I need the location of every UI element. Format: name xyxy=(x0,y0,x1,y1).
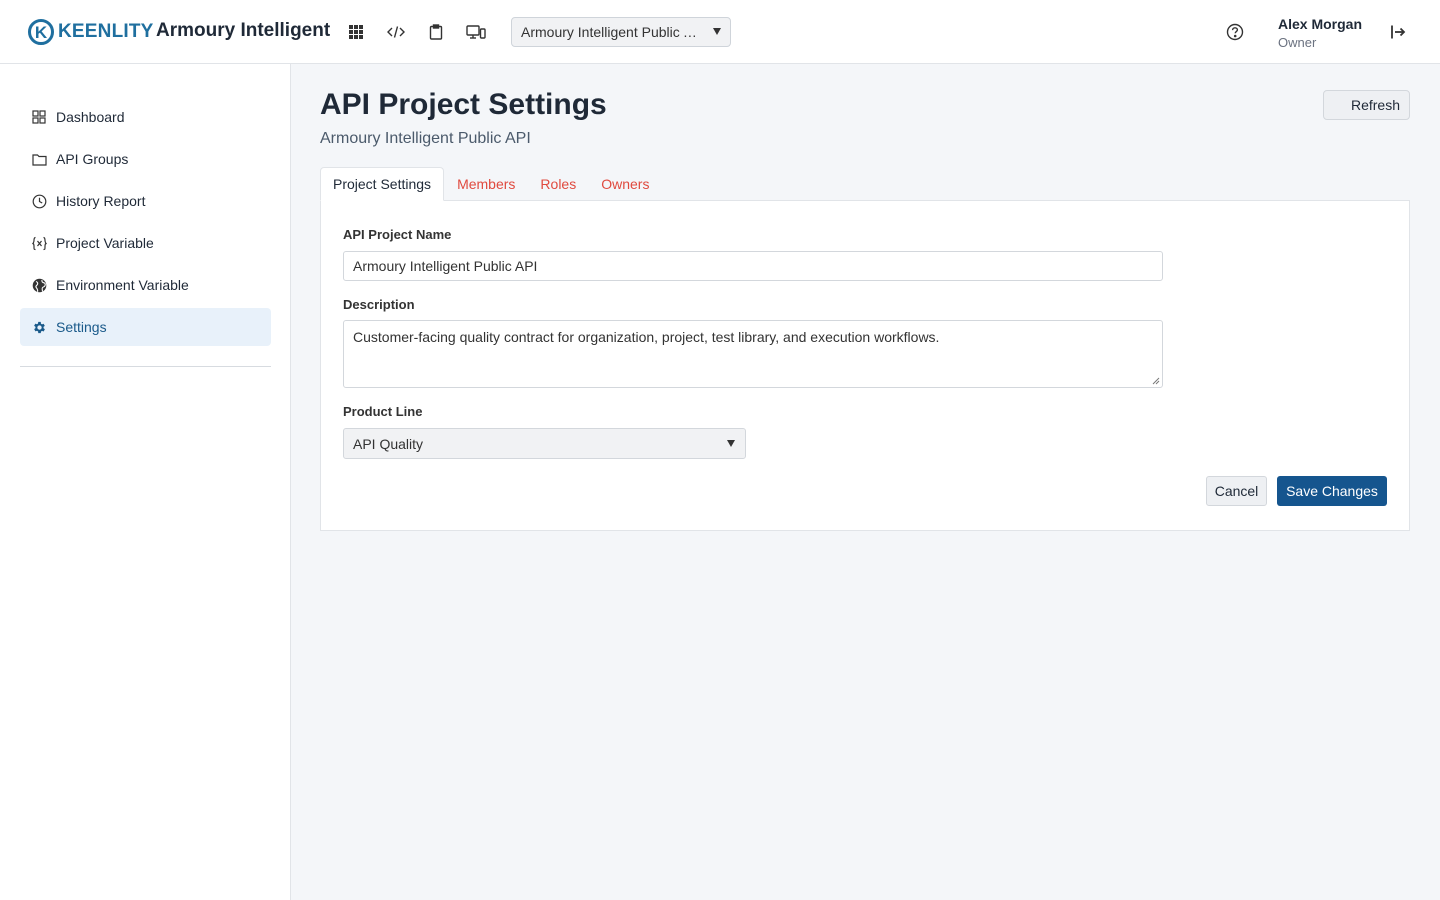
sidebar: Dashboard API Groups History Report Proj… xyxy=(0,64,291,900)
project-select-value: Armoury Intelligent Public API xyxy=(521,24,699,40)
description-text: Customer-facing quality contract for org… xyxy=(353,329,940,345)
code-icon[interactable] xyxy=(386,22,406,42)
sidebar-item-label: History Report xyxy=(56,193,146,209)
product-line-select[interactable]: API Quality xyxy=(343,428,746,459)
sidebar-item-api-groups[interactable]: API Groups xyxy=(20,140,271,178)
chevron-down-icon xyxy=(713,28,721,35)
sidebar-divider xyxy=(20,366,271,367)
grid-icon[interactable] xyxy=(346,22,366,42)
app-title: Armoury Intelligent xyxy=(156,20,331,41)
description-textarea[interactable]: Customer-facing quality contract for org… xyxy=(343,320,1163,388)
sidebar-item-label: API Groups xyxy=(56,151,129,167)
tab-roles[interactable]: Roles xyxy=(528,167,588,201)
sidebar-item-project-variable[interactable]: Project Variable xyxy=(20,224,271,262)
sidebar-item-label: Environment Variable xyxy=(56,277,189,293)
product-line-label: Product Line xyxy=(343,404,423,419)
sidebar-item-history-report[interactable]: History Report xyxy=(20,182,271,220)
variable-icon xyxy=(31,235,47,251)
user-name: Alex Morgan xyxy=(1278,16,1363,32)
product-line-value: API Quality xyxy=(353,435,424,452)
sidebar-nav: Dashboard API Groups History Report Proj… xyxy=(20,98,271,350)
keenlity-logo[interactable]: K KEENLITY xyxy=(28,18,154,46)
user-role: Owner xyxy=(1278,35,1317,50)
top-bar: K KEENLITY Armoury Intelligent Armoury I… xyxy=(0,0,1440,64)
resize-handle-icon[interactable] xyxy=(1152,377,1160,385)
logo-mark: K xyxy=(28,19,54,45)
settings-panel: API Project Name Armoury Intelligent Pub… xyxy=(320,200,1410,531)
dashboard-icon xyxy=(31,109,47,125)
page-title: API Project Settings xyxy=(320,88,607,121)
clock-icon xyxy=(31,193,47,209)
sidebar-item-dashboard[interactable]: Dashboard xyxy=(20,98,271,136)
refresh-button[interactable]: Refresh xyxy=(1323,90,1410,120)
logo-text: KEENLITY xyxy=(58,21,154,42)
user-info[interactable]: Alex Morgan Owner xyxy=(1278,16,1362,50)
clipboard-icon[interactable] xyxy=(426,22,446,42)
project-name-input[interactable]: Armoury Intelligent Public API xyxy=(343,251,1163,281)
help-icon[interactable] xyxy=(1226,23,1244,41)
save-changes-button[interactable]: Save Changes xyxy=(1277,476,1387,506)
cancel-button[interactable]: Cancel xyxy=(1206,476,1267,506)
project-name-label: API Project Name xyxy=(343,227,452,242)
globe-icon xyxy=(31,277,47,293)
folder-icon xyxy=(31,151,47,167)
logout-icon[interactable] xyxy=(1389,23,1407,41)
devices-icon[interactable] xyxy=(466,22,486,42)
sidebar-item-environment-variable[interactable]: Environment Variable xyxy=(20,266,271,304)
chevron-down-icon xyxy=(727,440,735,447)
tab-owners[interactable]: Owners xyxy=(589,167,661,201)
sidebar-item-label: Dashboard xyxy=(56,109,125,125)
sidebar-item-label: Settings xyxy=(56,319,107,335)
page-subtitle: Armoury Intelligent Public API xyxy=(320,130,531,147)
logo-letter: K xyxy=(34,22,48,42)
tab-project-settings[interactable]: Project Settings xyxy=(320,167,445,201)
gear-icon xyxy=(31,319,47,335)
tab-members[interactable]: Members xyxy=(445,167,527,201)
sidebar-item-settings[interactable]: Settings xyxy=(20,308,271,346)
description-label: Description xyxy=(343,297,415,312)
tab-bar: Project Settings Members Roles Owners xyxy=(320,167,661,201)
sidebar-item-label: Project Variable xyxy=(56,235,154,251)
project-select[interactable]: Armoury Intelligent Public API xyxy=(511,17,731,47)
